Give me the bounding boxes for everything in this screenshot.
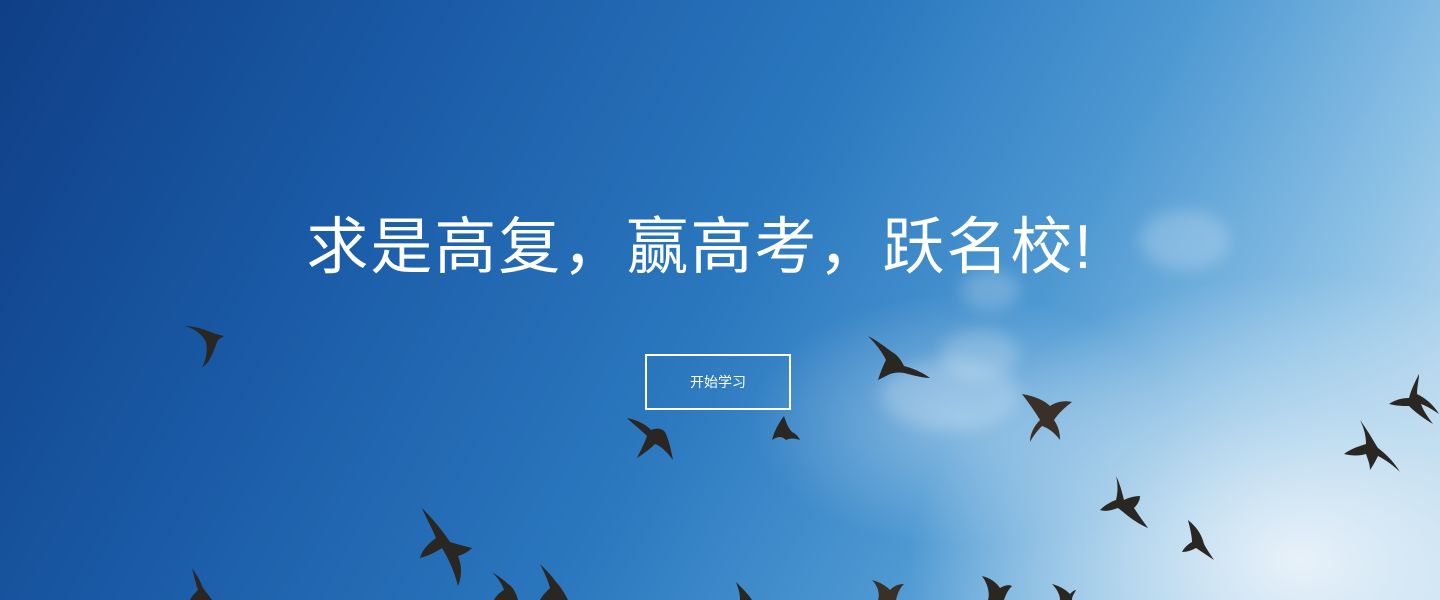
hero-banner: 求是高复，赢高考，跃名校! 开始学习: [0, 0, 1440, 600]
bird-icon: [420, 508, 472, 586]
bird-icon: [184, 326, 224, 368]
bird-icon: [982, 576, 1012, 600]
cloud: [940, 330, 1020, 380]
bird-icon: [736, 582, 752, 600]
bird-icon: [1022, 394, 1072, 442]
bird-icon: [1100, 476, 1148, 528]
bird-icon: [772, 416, 800, 440]
bird-icon: [1052, 584, 1076, 600]
bird-icon: [1389, 374, 1439, 424]
bird-icon: [1182, 520, 1214, 560]
bird-icon: [868, 336, 930, 380]
hero-headline: 求是高复，赢高考，跃名校!: [306, 213, 1094, 282]
bird-icon: [492, 572, 518, 600]
bird-icon: [627, 418, 673, 460]
bird-icon: [190, 568, 212, 600]
bird-icon: [540, 564, 568, 600]
start-learning-button[interactable]: 开始学习: [645, 354, 791, 410]
bird-icon: [872, 580, 904, 600]
